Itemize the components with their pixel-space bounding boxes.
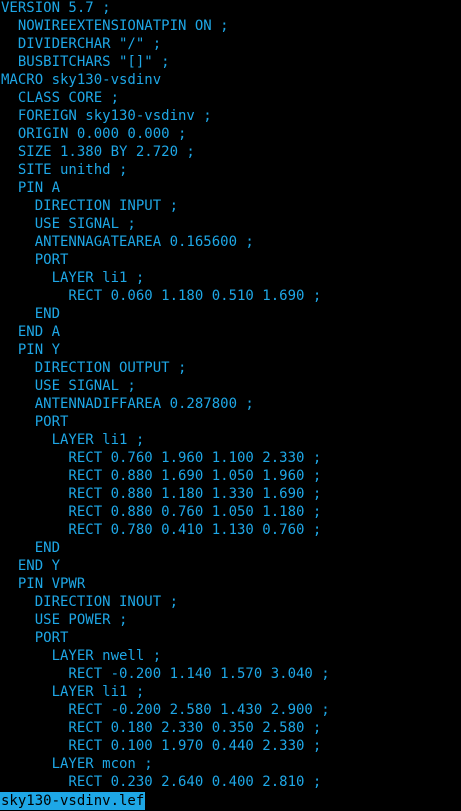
- text-line: RECT 0.880 1.180 1.330 1.690 ;: [1, 486, 322, 502]
- text-line: USE SIGNAL ;: [1, 378, 136, 394]
- text-line: LAYER li1 ;: [1, 432, 145, 448]
- text-line: ORIGIN 0.000 0.000 ;: [1, 126, 187, 142]
- text-line: PORT: [1, 414, 69, 430]
- text-line: ANTENNAGATEAREA 0.165600 ;: [1, 234, 254, 250]
- text-line: LAYER li1 ;: [1, 270, 145, 286]
- text-line: LAYER mcon ;: [1, 756, 153, 772]
- text-line: RECT 0.230 2.640 0.400 2.810 ;: [1, 774, 322, 790]
- text-line: PIN A: [1, 180, 61, 196]
- text-line: RECT 0.780 0.410 1.130 0.760 ;: [1, 522, 322, 538]
- status-bar-filename: sky130-vsdinv.lef: [0, 792, 146, 810]
- text-line: SIZE 1.380 BY 2.720 ;: [1, 144, 195, 160]
- text-line: CLASS CORE ;: [1, 90, 120, 106]
- text-line: LAYER li1 ;: [1, 684, 145, 700]
- text-line: RECT 0.060 1.180 0.510 1.690 ;: [1, 288, 322, 304]
- text-line: END Y: [1, 558, 61, 574]
- text-line: DIRECTION INPUT ;: [1, 198, 179, 214]
- text-line: MACRO sky130-vsdinv: [1, 72, 162, 88]
- text-line: END: [1, 306, 61, 322]
- text-line: PIN VPWR: [1, 576, 86, 592]
- text-line: END: [1, 540, 61, 556]
- text-line: DIRECTION INOUT ;: [1, 594, 179, 610]
- text-line: DIVIDERCHAR "/" ;: [1, 36, 162, 52]
- text-line: BUSBITCHARS "[]" ;: [1, 54, 170, 70]
- text-line: RECT -0.200 2.580 1.430 2.900 ;: [1, 702, 330, 718]
- terminal-window[interactable]: VERSION 5.7 ; NOWIREEXTENSIONATPIN ON ; …: [0, 0, 461, 811]
- text-line: END A: [1, 324, 61, 340]
- text-line: RECT 0.880 0.760 1.050 1.180 ;: [1, 504, 322, 520]
- text-line: USE SIGNAL ;: [1, 216, 136, 232]
- text-line: NOWIREEXTENSIONATPIN ON ;: [1, 18, 229, 34]
- text-line: RECT -0.200 1.140 1.570 3.040 ;: [1, 666, 330, 682]
- text-line: USE POWER ;: [1, 612, 128, 628]
- text-line: LAYER nwell ;: [1, 648, 162, 664]
- file-content[interactable]: VERSION 5.7 ; NOWIREEXTENSIONATPIN ON ; …: [1, 0, 330, 791]
- text-line: RECT 0.760 1.960 1.100 2.330 ;: [1, 450, 322, 466]
- text-line: PORT: [1, 252, 69, 268]
- text-line: DIRECTION OUTPUT ;: [1, 360, 187, 376]
- text-line: RECT 0.100 1.970 0.440 2.330 ;: [1, 738, 322, 754]
- text-line: PORT: [1, 630, 69, 646]
- text-line: ANTENNADIFFAREA 0.287800 ;: [1, 396, 254, 412]
- text-line: RECT 0.880 1.690 1.050 1.960 ;: [1, 468, 322, 484]
- text-line: PIN Y: [1, 342, 61, 358]
- text-line: SITE unithd ;: [1, 162, 128, 178]
- text-line: FOREIGN sky130-vsdinv ;: [1, 108, 212, 124]
- text-line: VERSION 5.7 ;: [1, 0, 111, 16]
- text-line: RECT 0.180 2.330 0.350 2.580 ;: [1, 720, 322, 736]
